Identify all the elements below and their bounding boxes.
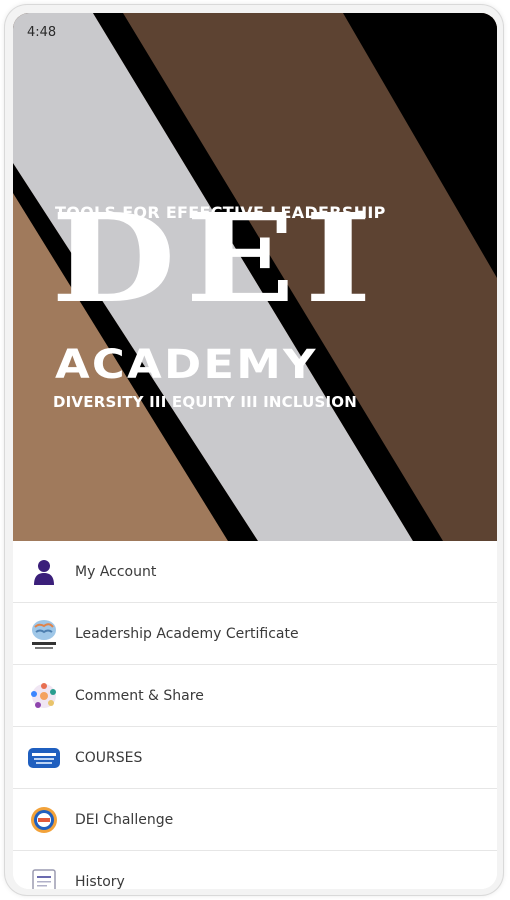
hero-tagline: DIVERSITY III EQUITY III INCLUSION	[53, 393, 357, 411]
share-circle-icon	[27, 679, 61, 713]
menu-item-history[interactable]: History	[13, 851, 497, 889]
menu-item-label: My Account	[75, 563, 157, 580]
app-screen: 4:48 TOOLS FOR EFFECTIVE LEADERSHIP DEI …	[13, 13, 497, 889]
menu-item-label: Comment & Share	[75, 687, 204, 704]
device-frame: 4:48 TOOLS FOR EFFECTIVE LEADERSHIP DEI …	[5, 5, 503, 895]
hero-banner: 4:48 TOOLS FOR EFFECTIVE LEADERSHIP DEI …	[13, 13, 497, 541]
status-bar-time: 4:48	[27, 25, 57, 40]
menu-item-label: COURSES	[75, 749, 143, 766]
hero-academy-title: ACADEMY	[55, 342, 318, 388]
history-document-icon	[27, 865, 61, 889]
hero-title: DEI	[51, 186, 382, 330]
person-icon	[27, 555, 61, 589]
menu-item-label: History	[75, 873, 125, 890]
menu-item-my-account[interactable]: My Account	[13, 541, 497, 603]
menu-item-courses[interactable]: COURSES	[13, 727, 497, 789]
menu-item-label: DEI Challenge	[75, 811, 174, 828]
menu-item-leadership-academy-certificate[interactable]: Leadership Academy Certificate	[13, 603, 497, 665]
menu-item-comment-share[interactable]: Comment & Share	[13, 665, 497, 727]
courses-badge-icon	[27, 741, 61, 775]
brain-certificate-icon	[27, 617, 61, 651]
challenge-medal-icon	[27, 803, 61, 837]
menu-item-dei-challenge[interactable]: DEI Challenge	[13, 789, 497, 851]
navigation-menu: My Account Leadership Academy Certificat…	[13, 541, 497, 889]
menu-item-label: Leadership Academy Certificate	[75, 625, 299, 642]
